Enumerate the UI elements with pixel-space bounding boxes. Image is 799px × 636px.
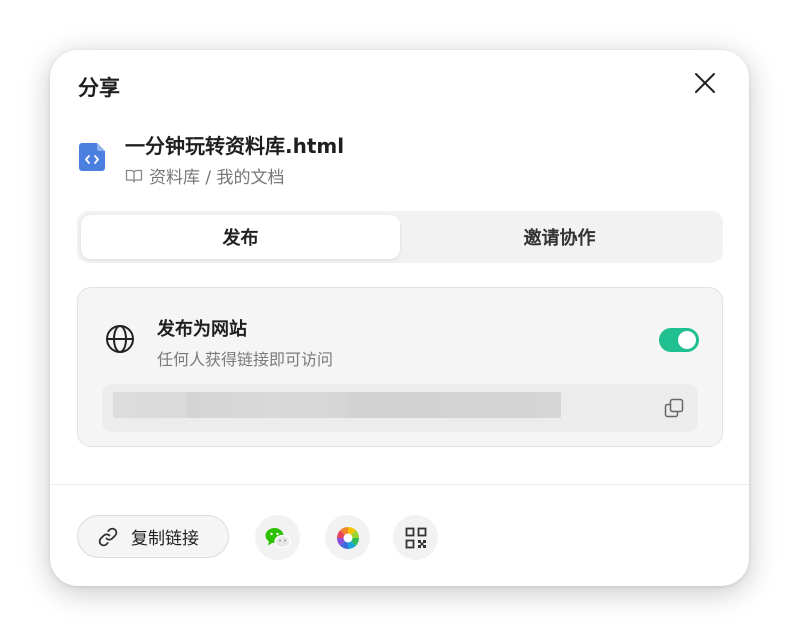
html-file-icon: [79, 143, 105, 171]
publish-toggle[interactable]: [659, 328, 699, 352]
website-url-field[interactable]: [102, 384, 698, 432]
file-name: 一分钟玩转资料库.html: [125, 134, 345, 158]
moments-icon: [336, 526, 359, 549]
file-path-text: 资料库 / 我的文档: [149, 168, 285, 188]
footer-divider: [50, 484, 749, 485]
copy-link-button[interactable]: 复制链接: [77, 515, 229, 558]
copy-icon[interactable]: [664, 398, 684, 418]
publish-subtitle: 任何人获得链接即可访问: [157, 350, 334, 369]
tab-publish[interactable]: 发布: [81, 215, 400, 259]
publish-title: 发布为网站: [157, 319, 247, 340]
link-icon: [98, 527, 118, 546]
url-redacted: [113, 392, 561, 418]
dialog-title: 分享: [78, 76, 120, 100]
book-icon: [125, 169, 143, 183]
wechat-icon: [265, 527, 291, 548]
publish-website-card: 发布为网站 任何人获得链接即可访问: [77, 287, 723, 447]
qrcode-icon: [405, 527, 426, 548]
close-icon: [695, 73, 715, 93]
share-moments-button[interactable]: [325, 515, 370, 560]
copy-link-label: 复制链接: [131, 529, 199, 549]
share-tabs: 发布 邀请协作: [77, 211, 723, 263]
file-path: 资料库 / 我的文档: [125, 163, 285, 188]
close-button[interactable]: [690, 68, 720, 98]
tab-invite-collaborate[interactable]: 邀请协作: [400, 215, 719, 259]
share-dialog: 分享 一分钟玩转资料库.html 资料库 / 我的文档 发布 邀请协作 发布为网…: [50, 50, 749, 586]
share-qrcode-button[interactable]: [393, 515, 438, 560]
share-wechat-button[interactable]: [255, 515, 300, 560]
globe-icon: [106, 325, 134, 353]
